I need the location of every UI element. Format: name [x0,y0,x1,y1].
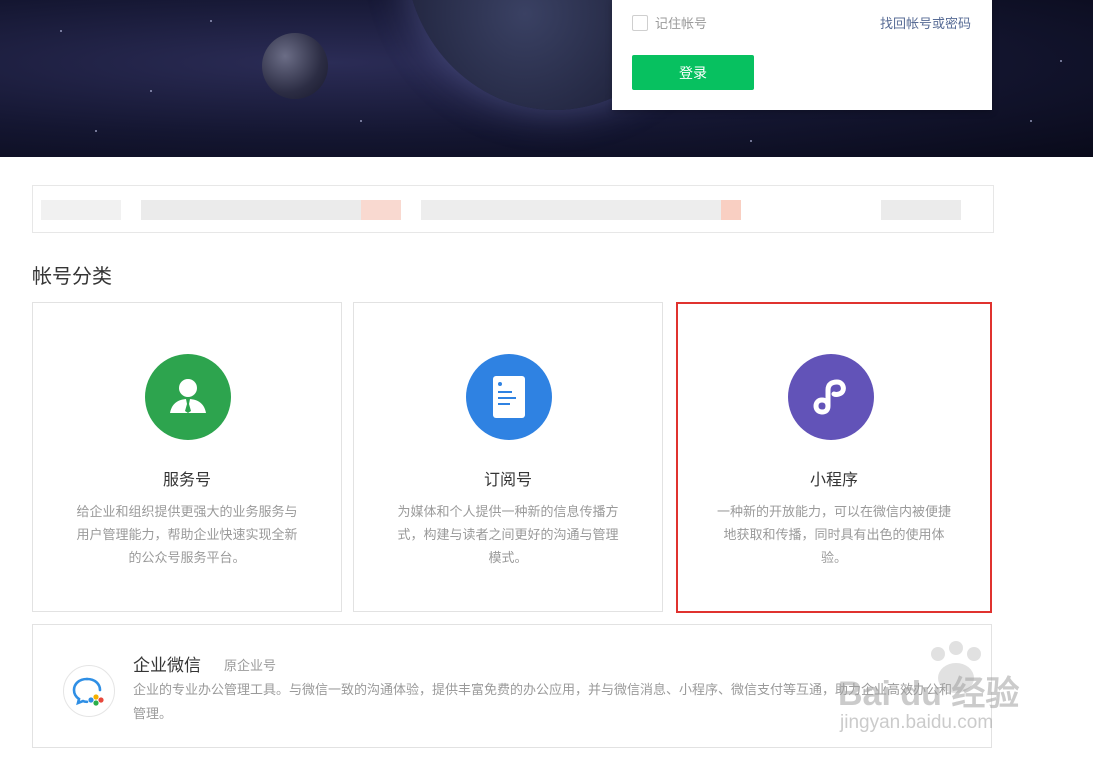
recover-account-link[interactable]: 找回帐号或密码 [880,13,971,32]
wecom-subtitle: 原企业号 [224,659,277,674]
subscription-document-icon [466,354,552,440]
wecom-card[interactable]: 企业微信 原企业号 企业的专业办公管理工具。与微信一致的沟通体验，提供丰富免费的… [32,624,992,748]
small-planet-image [262,33,328,99]
login-panel: 记住帐号 找回帐号或密码 登录 [612,0,992,110]
service-account-icon [145,354,231,440]
card-description: 为媒体和个人提供一种新的信息传播方式，构建与读者之间更好的沟通与管理模式。 [397,505,619,566]
wecom-description: 企业的专业办公管理工具。与微信一致的沟通体验，提供丰富免费的办公应用，并与微信消… [133,683,953,722]
card-description: 一种新的开放能力，可以在微信内被便捷地获取和传播，同时具有出色的使用体验。 [716,505,951,566]
remember-account-label: 记住帐号 [655,17,708,32]
login-button[interactable]: 登录 [632,55,754,90]
account-card-mini-program[interactable]: 小程序 一种新的开放能力，可以在微信内被便捷地获取和传播，同时具有出色的使用体验… [676,302,992,613]
card-title: 小程序 [809,470,858,489]
wecom-title: 企业微信 [133,656,201,676]
card-title: 服务号 [162,470,211,489]
remember-account-checkbox[interactable] [632,14,648,31]
notice-bar-redacted [32,185,994,233]
section-title: 帐号分类 [32,264,112,288]
card-description: 给企业和组织提供更强大的业务服务与用户管理能力，帮助企业快速实现全新的公众号服务… [76,505,298,566]
wecom-logo-icon [63,665,115,717]
page: 记住帐号 找回帐号或密码 登录 帐号分类 服务号 给企业和组织提供更强大的业务服… [0,0,1093,761]
card-title: 订阅号 [483,470,532,489]
mini-program-icon [788,354,874,440]
account-card-subscription[interactable]: 订阅号 为媒体和个人提供一种新的信息传播方式，构建与读者之间更好的沟通与管理模式… [353,302,663,612]
account-card-service[interactable]: 服务号 给企业和组织提供更强大的业务服务与用户管理能力，帮助企业快速实现全新的公… [32,302,342,612]
remember-account-option[interactable]: 记住帐号 [632,13,707,32]
